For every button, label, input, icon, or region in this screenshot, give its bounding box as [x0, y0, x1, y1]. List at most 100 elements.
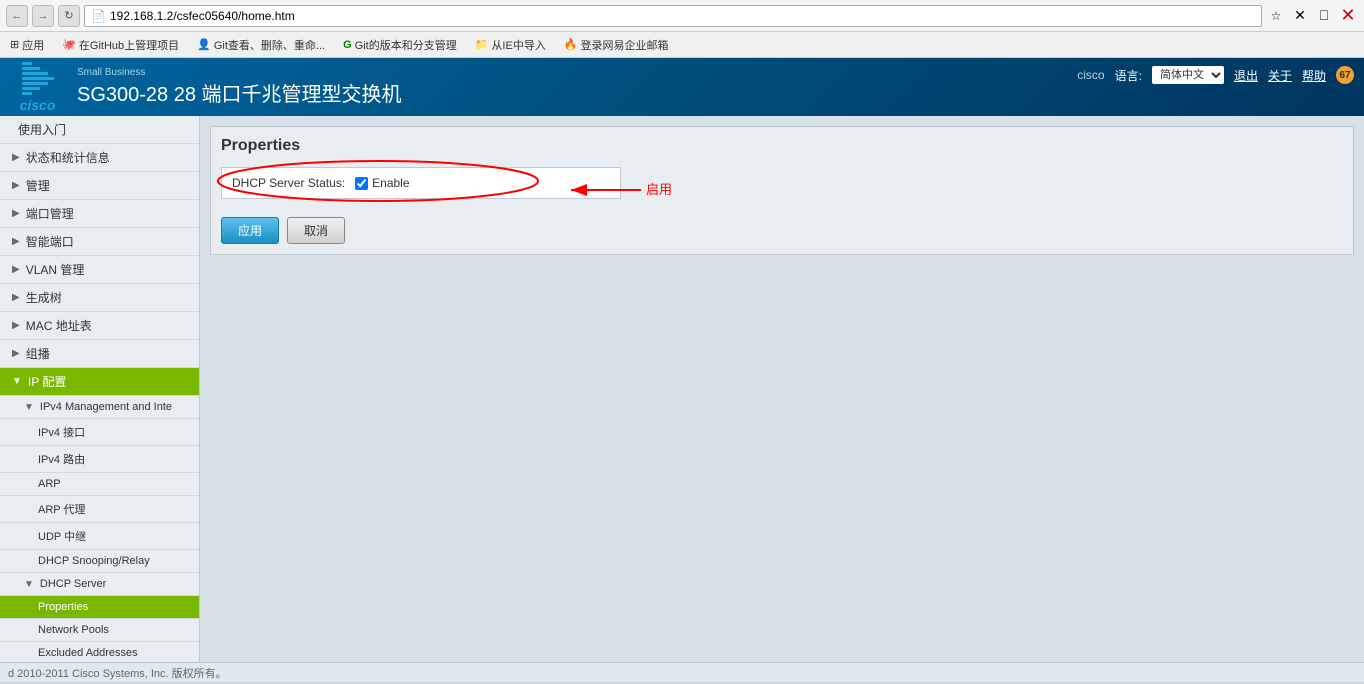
avatar: 67 — [1336, 66, 1354, 84]
sidebar-arrow: ▶ — [12, 264, 20, 275]
sidebar-label: MAC 地址表 — [26, 317, 92, 334]
window-control-1[interactable]: ✕ — [1290, 6, 1310, 26]
forward-button[interactable]: → — [32, 5, 54, 27]
content-panel: Properties DHCP Server Status: Enable — [210, 126, 1354, 255]
sidebar-arrow: ▼ — [12, 376, 22, 387]
sidebar-item-multicast[interactable]: ▶ 组播 — [0, 340, 199, 368]
sidebar-arrow: ▶ — [12, 320, 20, 331]
sidebar-item-manage[interactable]: ▶ 管理 — [0, 172, 199, 200]
dhcp-enable-label: Enable — [372, 176, 409, 190]
sidebar-arrow: ▶ — [12, 236, 20, 247]
bookmark-apps[interactable]: ⊞ 应用 — [6, 35, 48, 55]
sidebar-item-dhcp-server[interactable]: ▼ DHCP Server — [0, 573, 199, 596]
sidebar-label: Properties — [38, 601, 88, 613]
sidebar-item-ipv4-interface[interactable]: IPv4 接口 — [0, 419, 199, 446]
sidebar-label: VLAN 管理 — [26, 261, 85, 278]
sidebar-label: 状态和统计信息 — [26, 149, 110, 166]
cisco-bar — [22, 72, 48, 75]
content-area: Properties DHCP Server Status: Enable — [200, 116, 1364, 662]
sidebar-item-arp[interactable]: ARP — [0, 473, 199, 496]
sidebar-item-ipv4-mgmt[interactable]: ▼ IPv4 Management and Inte — [0, 396, 199, 419]
sidebar-arrow: ▶ — [12, 152, 20, 163]
small-business-label: Small Business — [77, 67, 402, 78]
cisco-bar — [22, 62, 32, 65]
sidebar-item-getting-started[interactable]: 使用入门 — [0, 116, 199, 144]
sidebar-arrow: ▶ — [12, 348, 20, 359]
cisco-text: cisco — [20, 97, 56, 113]
sidebar-label: 智能端口 — [26, 233, 74, 250]
email-icon: 🔥 — [564, 38, 578, 51]
lang-label: 语言: — [1115, 67, 1142, 84]
dhcp-enable-checkbox[interactable] — [355, 177, 368, 190]
back-button[interactable]: ← — [6, 5, 28, 27]
sidebar-item-port-mgmt[interactable]: ▶ 端口管理 — [0, 200, 199, 228]
sidebar-label: IP 配置 — [28, 373, 66, 390]
svg-text:启用: 启用 — [646, 182, 672, 197]
main-layout: 使用入门 ▶ 状态和统计信息 ▶ 管理 ▶ 端口管理 ▶ 智能端口 ▶ VLAN… — [0, 116, 1364, 662]
bookmark-email[interactable]: 🔥 登录网易企业邮箱 — [560, 35, 673, 55]
cisco-bar — [22, 77, 54, 80]
sidebar-item-dhcp-snooping[interactable]: DHCP Snooping/Relay — [0, 550, 199, 573]
folder-icon: 📁 — [475, 38, 489, 51]
address-text: 192.168.1.2/csfec05640/home.htm — [110, 9, 295, 23]
cisco-brand-label: cisco — [1077, 68, 1104, 82]
sidebar-label: 生成树 — [26, 289, 62, 306]
sidebar-item-ip-config[interactable]: ▼ IP 配置 — [0, 368, 199, 396]
reload-button[interactable]: ↻ — [58, 5, 80, 27]
bookmark-github[interactable]: 🐙 在GitHub上管理项目 — [58, 35, 183, 55]
cisco-logo: cisco Small Business SG300-28 28 端口千兆管理型… — [10, 67, 402, 107]
sidebar-label: 使用入门 — [18, 121, 66, 138]
bookmark-git-manage[interactable]: 👤 Git查看、删除、重命... — [193, 35, 329, 55]
browser-nav: ← → ↻ 📄 192.168.1.2/csfec05640/home.htm … — [0, 0, 1364, 32]
github-icon: 🐙 — [62, 38, 76, 51]
logout-link[interactable]: 退出 — [1234, 67, 1258, 84]
sidebar-label: UDP 中继 — [38, 528, 86, 544]
git-version-icon: G — [343, 39, 352, 51]
sidebar-item-status[interactable]: ▶ 状态和统计信息 — [0, 144, 199, 172]
dhcp-status-row: DHCP Server Status: Enable — [221, 167, 621, 199]
window-control-3[interactable]: ✕ — [1338, 6, 1358, 26]
sidebar-label: 端口管理 — [26, 205, 74, 222]
sidebar-label: IPv4 接口 — [38, 424, 85, 440]
git-icon: 👤 — [197, 38, 211, 51]
star-icon[interactable]: ☆ — [1266, 6, 1286, 26]
sidebar-item-properties[interactable]: Properties — [0, 596, 199, 619]
cancel-button[interactable]: 取消 — [287, 217, 345, 244]
address-bar[interactable]: 📄 192.168.1.2/csfec05640/home.htm — [84, 5, 1262, 27]
cisco-bar — [22, 87, 40, 90]
sidebar-label: 管理 — [26, 177, 50, 194]
window-control-2[interactable]: ⎕ — [1314, 6, 1334, 26]
cisco-logo-image: cisco — [10, 70, 65, 105]
apps-icon: ⊞ — [10, 38, 19, 51]
bookmark-git-version[interactable]: G Git的版本和分支管理 — [339, 35, 461, 55]
sidebar-label: IPv4 路由 — [38, 451, 85, 467]
bookmarks-bar: ⊞ 应用 🐙 在GitHub上管理项目 👤 Git查看、删除、重命... G G… — [0, 32, 1364, 58]
sidebar-item-network-pools[interactable]: Network Pools — [0, 619, 199, 642]
cisco-text-area: Small Business SG300-28 28 端口千兆管理型交换机 — [77, 67, 402, 107]
help-link[interactable]: 帮助 — [1302, 67, 1326, 84]
cisco-bars — [22, 62, 54, 95]
sidebar-arrow: ▶ — [12, 180, 20, 191]
product-name: SG300-28 28 端口千兆管理型交换机 — [77, 78, 402, 107]
sidebar-item-ipv4-route[interactable]: IPv4 路由 — [0, 446, 199, 473]
sidebar-item-excluded-addresses[interactable]: Excluded Addresses — [0, 642, 199, 662]
sidebar-item-mac[interactable]: ▶ MAC 地址表 — [0, 312, 199, 340]
cisco-bar — [22, 82, 48, 85]
sidebar-item-udp-relay[interactable]: UDP 中继 — [0, 523, 199, 550]
sidebar-arrow: ▶ — [12, 292, 20, 303]
sidebar-item-arp-proxy[interactable]: ARP 代理 — [0, 496, 199, 523]
bookmark-ie-import[interactable]: 📁 从IE中导入 — [471, 35, 550, 55]
sidebar-arrow: ▼ — [24, 402, 34, 413]
about-link[interactable]: 关于 — [1268, 67, 1292, 84]
cisco-header: cisco Small Business SG300-28 28 端口千兆管理型… — [0, 58, 1364, 116]
sidebar-label: IPv4 Management and Inte — [40, 401, 172, 413]
lang-select[interactable]: 简体中文 — [1152, 66, 1224, 84]
sidebar-item-smart-port[interactable]: ▶ 智能端口 — [0, 228, 199, 256]
sidebar-label: DHCP Server — [40, 578, 106, 590]
sidebar-arrow: ▼ — [24, 579, 34, 590]
sidebar-item-stp[interactable]: ▶ 生成树 — [0, 284, 199, 312]
apply-button[interactable]: 应用 — [221, 217, 279, 244]
sidebar-item-vlan[interactable]: ▶ VLAN 管理 — [0, 256, 199, 284]
browser-chrome: ← → ↻ 📄 192.168.1.2/csfec05640/home.htm … — [0, 0, 1364, 58]
sidebar-label: ARP 代理 — [38, 501, 85, 517]
